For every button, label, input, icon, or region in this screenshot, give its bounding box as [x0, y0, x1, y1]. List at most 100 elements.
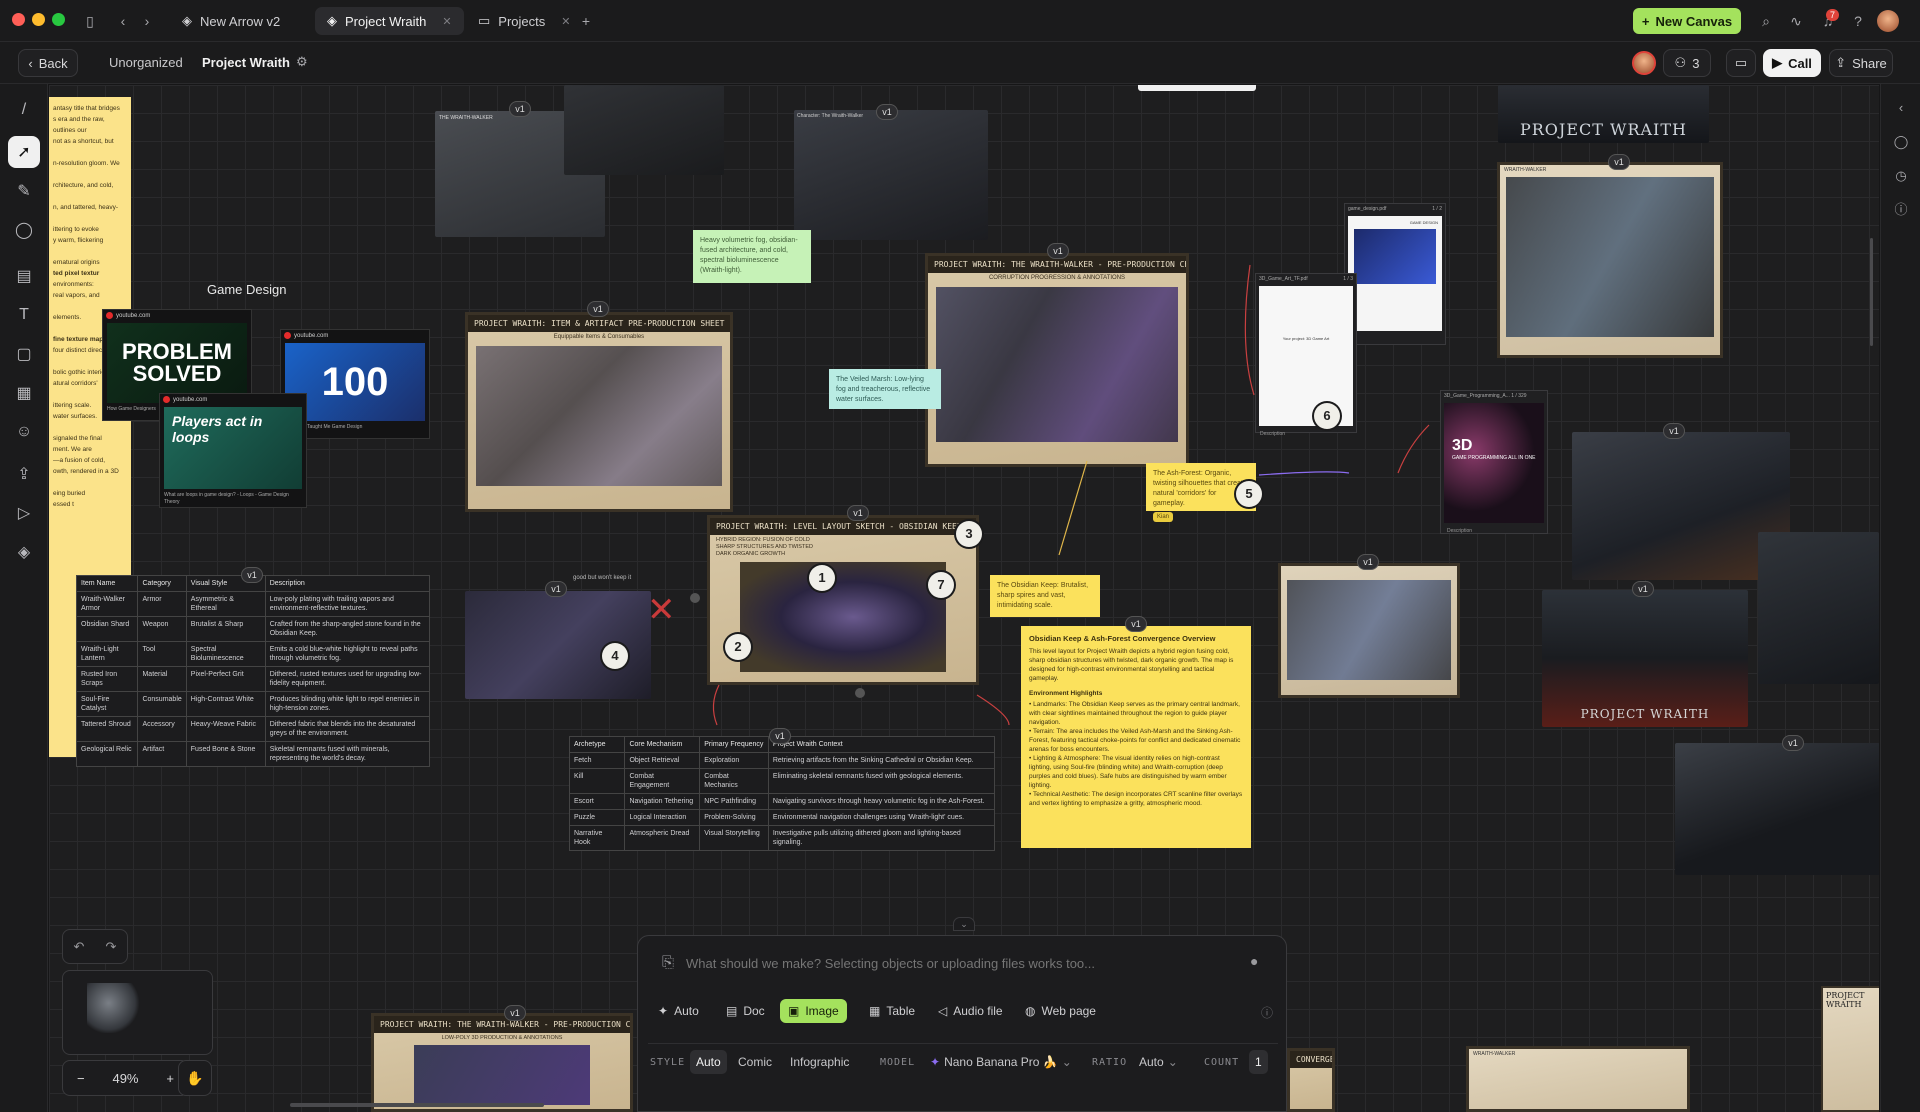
back-button[interactable]: ‹ Back: [18, 49, 78, 77]
type-table[interactable]: ▦ Table: [861, 999, 923, 1023]
tab-projects[interactable]: ▭ Projects ✕: [466, 7, 582, 35]
breadcrumb-parent[interactable]: Unorganized: [109, 55, 183, 70]
forward-arrow-icon[interactable]: ›: [137, 11, 157, 31]
call-label: Call: [1788, 55, 1812, 71]
brush-stroke-icon[interactable]: /: [8, 94, 40, 126]
help-icon[interactable]: ?: [1848, 11, 1868, 31]
info-icon[interactable]: ⓘ: [1891, 200, 1911, 220]
model-value: Nano Banana Pro 🍌: [944, 1055, 1058, 1069]
chevron-left-icon: ‹: [28, 55, 33, 71]
share-button[interactable]: ⇪ Share: [1829, 49, 1893, 77]
table-icon: ▦: [869, 1004, 881, 1018]
settings-gear-icon[interactable]: ⚙: [296, 54, 308, 70]
composer-collapse-icon[interactable]: ⌄: [953, 917, 975, 931]
collaborator-avatar[interactable]: [1632, 51, 1656, 75]
style-comic[interactable]: Comic: [732, 1050, 778, 1074]
tab-label: Projects: [498, 13, 546, 29]
model-icon: ✦: [930, 1055, 941, 1069]
type-doc[interactable]: ▤ Doc: [718, 999, 773, 1023]
vertical-scrollbar[interactable]: [1870, 238, 1873, 346]
history-icon[interactable]: ◷: [1891, 166, 1911, 186]
right-toolbar: ‹ ◯ ◷ ⓘ: [1880, 84, 1920, 1112]
hand-tool-button[interactable]: ✋: [178, 1060, 212, 1096]
new-canvas-label: New Canvas: [1655, 13, 1733, 29]
minimap-preview: [87, 983, 141, 1033]
chip-label: Doc: [743, 1004, 765, 1018]
type-webpage[interactable]: ◍ Web page: [1017, 999, 1104, 1023]
tab-project-wraith[interactable]: ◈ Project Wraith ✕: [315, 7, 464, 35]
tab-label: New Arrow v2: [200, 13, 281, 29]
page-title[interactable]: Project Wraith: [202, 55, 290, 70]
doc-icon: ▤: [726, 1004, 738, 1018]
back-arrow-icon[interactable]: ‹: [113, 11, 133, 31]
select-cursor-icon[interactable]: ➚: [8, 136, 40, 168]
type-audio[interactable]: ◁ Audio file: [930, 999, 1011, 1023]
shape-icon[interactable]: ▢: [8, 338, 40, 370]
ratio-select[interactable]: Auto ⌄: [1133, 1050, 1184, 1074]
comment-icon[interactable]: ◯: [8, 214, 40, 246]
new-canvas-button[interactable]: + New Canvas: [1633, 8, 1741, 34]
layers-icon: ◈: [327, 13, 337, 28]
activity-icon[interactable]: ∿: [1786, 11, 1806, 31]
prompt-input[interactable]: [686, 950, 1226, 976]
new-tab-icon[interactable]: +: [576, 11, 596, 31]
sparkle-icon: ✦: [658, 1004, 669, 1018]
minimize-window-button[interactable]: [32, 13, 45, 26]
globe-icon: ◍: [1025, 1004, 1036, 1018]
collapse-panel-icon[interactable]: ‹: [1891, 98, 1911, 118]
sidebar-toggle-icon[interactable]: ▯: [80, 11, 100, 31]
chat-icon[interactable]: ◯: [1891, 132, 1911, 152]
connector-line: [1258, 471, 1350, 476]
microphone-icon[interactable]: ●: [1250, 953, 1258, 969]
close-window-button[interactable]: [12, 13, 25, 26]
style-auto[interactable]: Auto: [690, 1050, 727, 1074]
chip-label: Image: [805, 1004, 839, 1018]
model-select[interactable]: ✦ Nano Banana Pro 🍌 ⌄: [924, 1050, 1078, 1074]
close-tab-icon[interactable]: ✕: [561, 15, 570, 28]
canvas-header: ‹ Back Unorganized Project Wraith ⚙ ⚇ 3 …: [0, 42, 1920, 84]
tab-label: Project Wraith: [345, 13, 427, 29]
connector-handle: [855, 688, 865, 698]
collaborator-count: 3: [1692, 55, 1700, 71]
type-image[interactable]: ▣ Image: [780, 999, 847, 1023]
minimap[interactable]: [62, 970, 213, 1055]
chevron-down-icon: ⌄: [1167, 1055, 1178, 1069]
document-icon[interactable]: ▤: [8, 260, 40, 292]
call-button[interactable]: ▶ Call: [1763, 49, 1821, 77]
chip-label: Table: [886, 1004, 916, 1018]
zoom-in-button[interactable]: +: [166, 1071, 174, 1086]
zoom-control: − 49% +: [62, 1060, 189, 1096]
connector-handle: [690, 593, 700, 603]
count-input[interactable]: 1: [1249, 1050, 1268, 1074]
comments-button[interactable]: ▭: [1726, 49, 1756, 77]
table-icon[interactable]: ▦: [8, 377, 40, 409]
style-infographic[interactable]: Infographic: [784, 1050, 855, 1074]
plus-icon: +: [1641, 13, 1650, 29]
connector-line: [712, 684, 720, 726]
audio-icon: ◁: [938, 1004, 948, 1018]
tab-new-arrow[interactable]: ◈ New Arrow v2: [170, 7, 292, 35]
zoom-out-button[interactable]: −: [77, 1071, 85, 1086]
text-icon[interactable]: T: [8, 299, 40, 331]
layers-icon: ◈: [182, 13, 192, 28]
type-auto[interactable]: ✦ Auto: [650, 999, 707, 1023]
redo-icon[interactable]: ↷: [106, 939, 117, 955]
layers-icon[interactable]: ◈: [8, 536, 40, 568]
zoom-level[interactable]: 49%: [112, 1071, 138, 1086]
undo-icon[interactable]: ↶: [74, 939, 85, 955]
share-label: Share: [1852, 55, 1887, 71]
video-icon[interactable]: ▷: [8, 497, 40, 529]
pen-icon[interactable]: ✎: [8, 175, 40, 207]
horizontal-scrollbar[interactable]: [290, 1103, 544, 1107]
emoji-icon[interactable]: ☺: [8, 416, 40, 448]
collaborators-button[interactable]: ⚇ 3: [1663, 49, 1711, 77]
info-icon[interactable]: ⓘ: [1261, 1004, 1273, 1021]
search-icon[interactable]: ⌕: [1756, 11, 1776, 31]
upload-icon[interactable]: ⇪: [8, 458, 40, 490]
chip-label: Audio file: [953, 1004, 1003, 1018]
attachment-icon[interactable]: ⎘: [662, 954, 674, 971]
maximize-window-button[interactable]: [52, 13, 65, 26]
avatar[interactable]: [1877, 10, 1899, 32]
close-tab-icon[interactable]: ✕: [442, 15, 451, 28]
connector-line: [1244, 264, 1255, 396]
